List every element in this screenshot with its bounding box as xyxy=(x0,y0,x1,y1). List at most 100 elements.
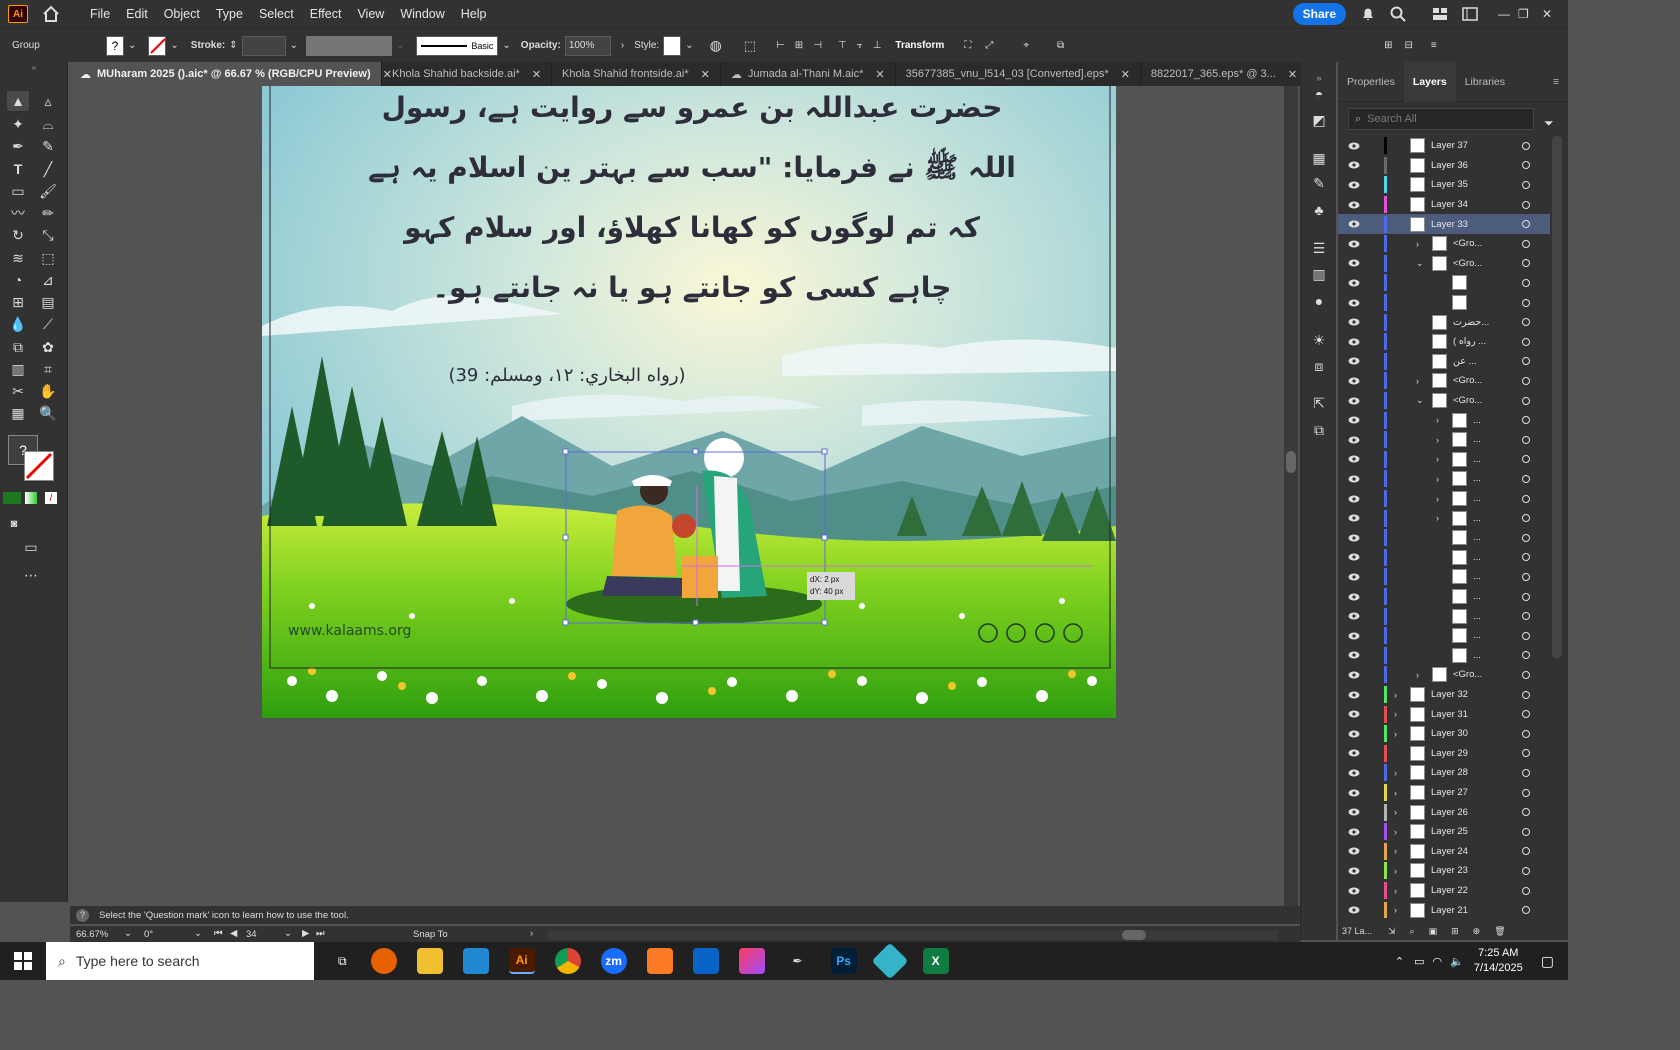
creative-cloud-icon[interactable] xyxy=(738,948,765,974)
target-icon[interactable] xyxy=(1522,514,1530,523)
layer-name[interactable]: ... xyxy=(1473,415,1481,426)
target-icon[interactable] xyxy=(1522,886,1530,895)
layer-name[interactable]: Layer 34 xyxy=(1431,199,1468,210)
layer-name[interactable]: Layer 24 xyxy=(1431,846,1468,857)
properties-toggle-icon[interactable]: ⊟ xyxy=(1404,40,1412,51)
eye-icon[interactable] xyxy=(1348,573,1360,581)
menu-help[interactable]: Help xyxy=(453,7,495,21)
panel-menu-icon[interactable]: ≡ xyxy=(1544,62,1568,102)
layer-row[interactable]: ›... xyxy=(1338,450,1550,470)
tab-layers[interactable]: Layers xyxy=(1403,61,1456,102)
free-transform-icon[interactable]: ⬚ xyxy=(37,248,59,268)
chevron-right-icon[interactable]: › xyxy=(1436,494,1439,504)
chevron-right-icon[interactable]: › xyxy=(1416,670,1419,680)
target-icon[interactable] xyxy=(1522,592,1530,601)
chevron-right-icon[interactable]: › xyxy=(1394,905,1397,915)
target-icon[interactable] xyxy=(1522,866,1530,875)
eye-icon[interactable] xyxy=(1348,142,1360,150)
target-icon[interactable] xyxy=(1522,631,1530,640)
layer-row[interactable]: › Layer 25 xyxy=(1338,822,1550,842)
hand-tool-icon[interactable]: ✋ xyxy=(37,381,59,401)
chevron-right-icon[interactable]: › xyxy=(1394,690,1397,700)
eye-icon[interactable] xyxy=(1348,828,1360,836)
eye-icon[interactable] xyxy=(1348,847,1360,855)
target-icon[interactable] xyxy=(1522,670,1530,679)
excel-icon[interactable]: X xyxy=(922,948,949,974)
chevron-down-icon[interactable]: ⌄ xyxy=(128,40,136,51)
network-icon[interactable]: ▭ xyxy=(1414,955,1424,968)
layer-row[interactable]: ›... xyxy=(1338,410,1550,430)
canvas[interactable]: حضرت عبداللہ بن عمرو سے روایت ہے، رسول ا… xyxy=(70,86,1284,906)
collect-export-icon[interactable]: ⇲ xyxy=(1388,926,1396,937)
chevron-right-icon[interactable]: › xyxy=(1394,886,1397,896)
transform-icon[interactable]: ⤢ xyxy=(985,40,993,51)
filter-icon[interactable]: ⏷ xyxy=(1544,116,1554,131)
eye-icon[interactable] xyxy=(1348,201,1360,209)
chevron-right-icon[interactable]: › xyxy=(1436,513,1439,523)
windows-start-icon[interactable] xyxy=(14,952,32,970)
minimize-icon[interactable]: — xyxy=(1498,7,1518,21)
target-icon[interactable] xyxy=(1522,494,1530,503)
panel-toggle-icon[interactable] xyxy=(1462,7,1478,21)
chevron-down-icon[interactable]: ⌄ xyxy=(1416,395,1424,406)
target-icon[interactable] xyxy=(1522,298,1530,307)
shape-builder-icon[interactable]: ◔ xyxy=(7,270,29,290)
pen-tool-icon[interactable]: ✒ xyxy=(7,136,29,156)
transform-link[interactable]: Transform xyxy=(895,40,944,51)
layer-row[interactable]: ... xyxy=(1338,606,1550,626)
chevron-right-icon[interactable]: › xyxy=(530,928,533,939)
target-icon[interactable] xyxy=(1522,553,1530,562)
puppet-warp-icon[interactable]: ⌖ xyxy=(1023,40,1029,51)
illustrator-taskbar-icon[interactable]: Ai xyxy=(508,948,535,974)
snap-to-label[interactable]: Snap To xyxy=(413,929,448,940)
layer-name[interactable]: ... xyxy=(1473,630,1481,641)
eye-icon[interactable] xyxy=(1348,357,1360,365)
close-icon[interactable]: ✕ xyxy=(701,68,710,81)
column-graph-icon[interactable]: ▥ xyxy=(7,359,29,379)
gradient-tool-icon[interactable]: ▤ xyxy=(37,292,59,312)
layer-row[interactable]: Layer 33 xyxy=(1338,214,1550,234)
more-tools-icon[interactable]: ⋯ xyxy=(20,565,42,585)
menu-edit[interactable]: Edit xyxy=(118,7,156,21)
target-icon[interactable] xyxy=(1522,749,1530,758)
target-icon[interactable] xyxy=(1522,690,1530,699)
scroll-thumb[interactable] xyxy=(1122,930,1146,940)
target-icon[interactable] xyxy=(1522,396,1530,405)
chevron-right-icon[interactable]: › xyxy=(1416,376,1419,386)
appearance-icon[interactable]: ◓ xyxy=(1308,84,1330,104)
menu-object[interactable]: Object xyxy=(156,7,208,21)
eye-icon[interactable] xyxy=(1348,299,1360,307)
layer-row[interactable]: › Layer 31 xyxy=(1338,704,1550,724)
slice-tool-icon[interactable]: ✂ xyxy=(7,381,29,401)
zoom-field[interactable]: 66.67% xyxy=(76,929,108,940)
new-layer-icon[interactable]: ⊕ xyxy=(1473,926,1481,937)
layer-row[interactable]: ›... xyxy=(1338,489,1550,509)
target-icon[interactable] xyxy=(1522,710,1530,719)
tab-properties[interactable]: Properties xyxy=(1338,62,1404,102)
graphic-styles-icon[interactable]: ● xyxy=(1308,291,1330,311)
tab-muharam[interactable]: ☁ MUharam 2025 ().aic* @ 66.67 % (RGB/CP… xyxy=(70,62,392,86)
target-icon[interactable] xyxy=(1522,416,1530,425)
layer-row[interactable]: Layer 37 xyxy=(1338,136,1550,156)
search-icon[interactable] xyxy=(1390,6,1406,22)
layer-row[interactable]: ... xyxy=(1338,626,1550,646)
target-icon[interactable] xyxy=(1522,337,1530,346)
color-mode-icon[interactable] xyxy=(3,492,21,504)
tab-khola-frontside[interactable]: Khola Shahid frontside.ai* ✕ xyxy=(552,62,721,86)
eye-icon[interactable] xyxy=(1348,338,1360,346)
layer-name[interactable]: Layer 23 xyxy=(1431,865,1468,876)
eyedropper-icon[interactable]: 💧 xyxy=(7,314,29,334)
layer-row[interactable]: › Layer 21 xyxy=(1338,900,1550,918)
align-top-icon[interactable]: ⊤ xyxy=(838,40,847,51)
rotation-field[interactable]: 0° xyxy=(144,929,153,940)
layer-row[interactable]: ›... xyxy=(1338,430,1550,450)
clipping-mask-icon[interactable]: ▣ xyxy=(1429,926,1438,937)
width-tool-icon[interactable]: ≋ xyxy=(7,248,29,268)
export-icon[interactable]: ⇱ xyxy=(1308,393,1330,413)
target-icon[interactable] xyxy=(1522,259,1530,268)
maximize-icon[interactable]: ❐ xyxy=(1518,7,1542,21)
target-icon[interactable] xyxy=(1522,827,1530,836)
rotate-tool-icon[interactable]: ↻ xyxy=(7,225,29,245)
artboard-tool-icon[interactable]: ⌗ xyxy=(37,359,59,379)
menu-select[interactable]: Select xyxy=(251,7,302,21)
